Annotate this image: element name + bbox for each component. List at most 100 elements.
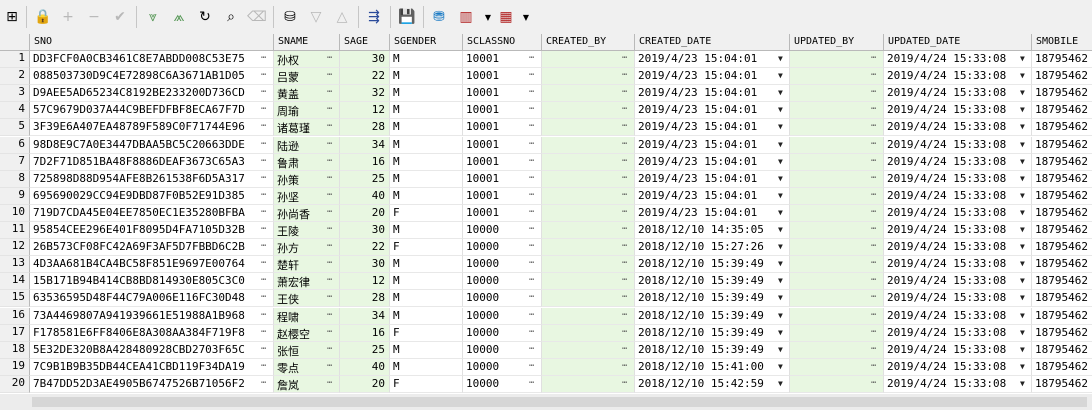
connection-icon[interactable]: ⇶ bbox=[364, 7, 384, 27]
cell-sage[interactable]: 22 bbox=[340, 239, 390, 257]
ellipsis-button[interactable]: ⋯ bbox=[622, 70, 627, 80]
row-number[interactable]: 14 bbox=[0, 273, 30, 291]
chevron-down-icon[interactable]: ▼ bbox=[1020, 174, 1025, 183]
ellipsis-button[interactable]: ⋯ bbox=[327, 173, 332, 183]
chevron-down-icon[interactable]: ▼ bbox=[1020, 71, 1025, 80]
ellipsis-button[interactable]: ⋯ bbox=[529, 378, 534, 388]
cell-sno[interactable]: 73A4469807A941939661E51988A1B968 bbox=[30, 307, 274, 325]
cell-sgender[interactable]: M bbox=[390, 307, 463, 325]
cell-sgender[interactable]: M bbox=[390, 136, 463, 154]
ellipsis-button[interactable]: ⋯ bbox=[622, 344, 627, 354]
ellipsis-button[interactable]: ⋯ bbox=[871, 207, 876, 217]
column-header-smobile[interactable]: SMOBILE bbox=[1032, 34, 1092, 51]
filter-down-icon[interactable]: ⩔ bbox=[143, 7, 163, 27]
cell-sgender[interactable]: M bbox=[390, 256, 463, 274]
ellipsis-button[interactable]: ⋯ bbox=[622, 207, 627, 217]
sort-asc-icon[interactable]: ▽ bbox=[306, 7, 326, 27]
cell-created-date[interactable]: 2019/4/23 15:04:01 bbox=[635, 153, 790, 171]
cell-sgender[interactable]: M bbox=[390, 85, 463, 103]
cell-sno[interactable]: 3F39E6A407EA48789F589C0F71744E96 bbox=[30, 119, 274, 137]
cell-sno[interactable]: 63536595D48F44C79A006E116FC30D48 bbox=[30, 290, 274, 308]
cell-sno[interactable]: 719D7CDA45E04EE7850EC1E35280BFBA bbox=[30, 204, 274, 222]
add-record-icon[interactable]: + bbox=[58, 7, 78, 27]
row-number[interactable]: 5 bbox=[0, 119, 30, 137]
ellipsis-button[interactable]: ⋯ bbox=[327, 70, 332, 80]
ellipsis-button[interactable]: ⋯ bbox=[529, 53, 534, 63]
cell-updated-by[interactable] bbox=[790, 136, 884, 154]
cell-created-date[interactable]: 2018/12/10 15:39:49 bbox=[635, 341, 790, 359]
ellipsis-button[interactable]: ⋯ bbox=[871, 121, 876, 131]
ellipsis-button[interactable]: ⋯ bbox=[261, 361, 266, 371]
ellipsis-button[interactable]: ⋯ bbox=[622, 121, 627, 131]
ellipsis-button[interactable]: ⋯ bbox=[622, 173, 627, 183]
cell-created-date[interactable]: 2018/12/10 15:39:49 bbox=[635, 324, 790, 342]
cell-updated-by[interactable] bbox=[790, 290, 884, 308]
ellipsis-button[interactable]: ⋯ bbox=[529, 104, 534, 114]
cell-updated-date[interactable]: 2019/4/24 15:33:08 bbox=[884, 204, 1032, 222]
chevron-down-icon[interactable]: ▼ bbox=[1020, 105, 1025, 114]
cell-updated-date[interactable]: 2019/4/24 15:33:08 bbox=[884, 256, 1032, 274]
cell-updated-by[interactable] bbox=[790, 51, 884, 69]
column-header-sno[interactable]: SNO bbox=[30, 34, 274, 51]
cell-sno[interactable]: 15B171B94B414CB8BD814930E805C3C0 bbox=[30, 273, 274, 291]
cell-sno[interactable]: 26B573CF08FC42A69F3AF5D7FBBD6C2B bbox=[30, 239, 274, 257]
ellipsis-button[interactable]: ⋯ bbox=[327, 344, 332, 354]
chevron-down-icon[interactable]: ▼ bbox=[1020, 259, 1025, 268]
cell-smobile[interactable]: 18795462 bbox=[1032, 359, 1092, 376]
cell-sage[interactable]: 25 bbox=[340, 170, 390, 188]
cell-updated-date[interactable]: 2019/4/24 15:33:08 bbox=[884, 119, 1032, 137]
ellipsis-button[interactable]: ⋯ bbox=[529, 139, 534, 149]
chevron-down-icon[interactable]: ▼ bbox=[1020, 345, 1025, 354]
cell-updated-by[interactable] bbox=[790, 307, 884, 325]
ellipsis-button[interactable]: ⋯ bbox=[529, 344, 534, 354]
cell-created-date[interactable]: 2019/4/23 15:04:01 bbox=[635, 68, 790, 86]
cell-updated-by[interactable] bbox=[790, 204, 884, 222]
cell-updated-date[interactable]: 2019/4/24 15:33:08 bbox=[884, 273, 1032, 291]
cell-sage[interactable]: 20 bbox=[340, 204, 390, 222]
cell-sgender[interactable]: M bbox=[390, 341, 463, 359]
ellipsis-button[interactable]: ⋯ bbox=[871, 344, 876, 354]
chevron-down-icon[interactable]: ▼ bbox=[1020, 54, 1025, 63]
cell-updated-by[interactable] bbox=[790, 187, 884, 205]
row-number[interactable]: 13 bbox=[0, 256, 30, 274]
ellipsis-button[interactable]: ⋯ bbox=[327, 53, 332, 63]
cell-sno[interactable]: D9AEE5AD65234C8192BE233200D736CD bbox=[30, 85, 274, 103]
cell-sno[interactable]: 4D3AA681B4CA4BC58F851E9697E00764 bbox=[30, 256, 274, 274]
ellipsis-button[interactable]: ⋯ bbox=[622, 378, 627, 388]
refresh-icon[interactable]: ↻ bbox=[195, 7, 215, 27]
cell-smobile[interactable]: 18795462 bbox=[1032, 171, 1092, 188]
ellipsis-button[interactable]: ⋯ bbox=[261, 310, 266, 320]
cell-sage[interactable]: 34 bbox=[340, 307, 390, 325]
chevron-down-icon[interactable]: ▼ bbox=[1020, 276, 1025, 285]
ellipsis-button[interactable]: ⋯ bbox=[261, 292, 266, 302]
chevron-down-icon[interactable]: ▼ bbox=[778, 54, 783, 63]
cell-updated-by[interactable] bbox=[790, 375, 884, 393]
chevron-down-icon[interactable]: ▼ bbox=[1020, 293, 1025, 302]
ellipsis-button[interactable]: ⋯ bbox=[622, 190, 627, 200]
ellipsis-button[interactable]: ⋯ bbox=[261, 104, 266, 114]
ellipsis-button[interactable]: ⋯ bbox=[261, 327, 266, 337]
cell-sgender[interactable]: M bbox=[390, 290, 463, 308]
chevron-down-icon[interactable]: ▼ bbox=[1020, 88, 1025, 97]
cell-sage[interactable]: 30 bbox=[340, 222, 390, 240]
row-number[interactable]: 11 bbox=[0, 222, 30, 240]
chevron-down-icon[interactable]: ▼ bbox=[778, 259, 783, 268]
chevron-down-icon[interactable]: ▼ bbox=[778, 157, 783, 166]
cell-sno[interactable]: 725898D88D954AFE8B261538F6D5A317 bbox=[30, 170, 274, 188]
column-header-sgender[interactable]: SGENDER bbox=[390, 34, 463, 51]
ellipsis-button[interactable]: ⋯ bbox=[871, 53, 876, 63]
cell-sno[interactable]: 7B47DD52D3AE4905B6747526B71056F2 bbox=[30, 375, 274, 393]
cell-sno[interactable]: 5E32DE320B8A428480928CBD2703F65C bbox=[30, 341, 274, 359]
cell-updated-date[interactable]: 2019/4/24 15:33:08 bbox=[884, 85, 1032, 103]
cell-sage[interactable]: 40 bbox=[340, 358, 390, 376]
cell-created-date[interactable]: 2018/12/10 15:39:49 bbox=[635, 273, 790, 291]
export-icon[interactable]: ⛃ bbox=[429, 7, 449, 27]
cell-updated-date[interactable]: 2019/4/24 15:33:08 bbox=[884, 187, 1032, 205]
cell-updated-by[interactable] bbox=[790, 324, 884, 342]
cell-updated-date[interactable]: 2019/4/24 15:33:08 bbox=[884, 136, 1032, 154]
cell-created-date[interactable]: 2019/4/23 15:04:01 bbox=[635, 204, 790, 222]
chevron-down-icon[interactable]: ▼ bbox=[1020, 362, 1025, 371]
chevron-down-icon[interactable]: ▼ bbox=[778, 174, 783, 183]
grid-toggle-icon[interactable]: ⊞ bbox=[2, 7, 22, 27]
cell-created-date[interactable]: 2018/12/10 15:42:59 bbox=[635, 375, 790, 393]
